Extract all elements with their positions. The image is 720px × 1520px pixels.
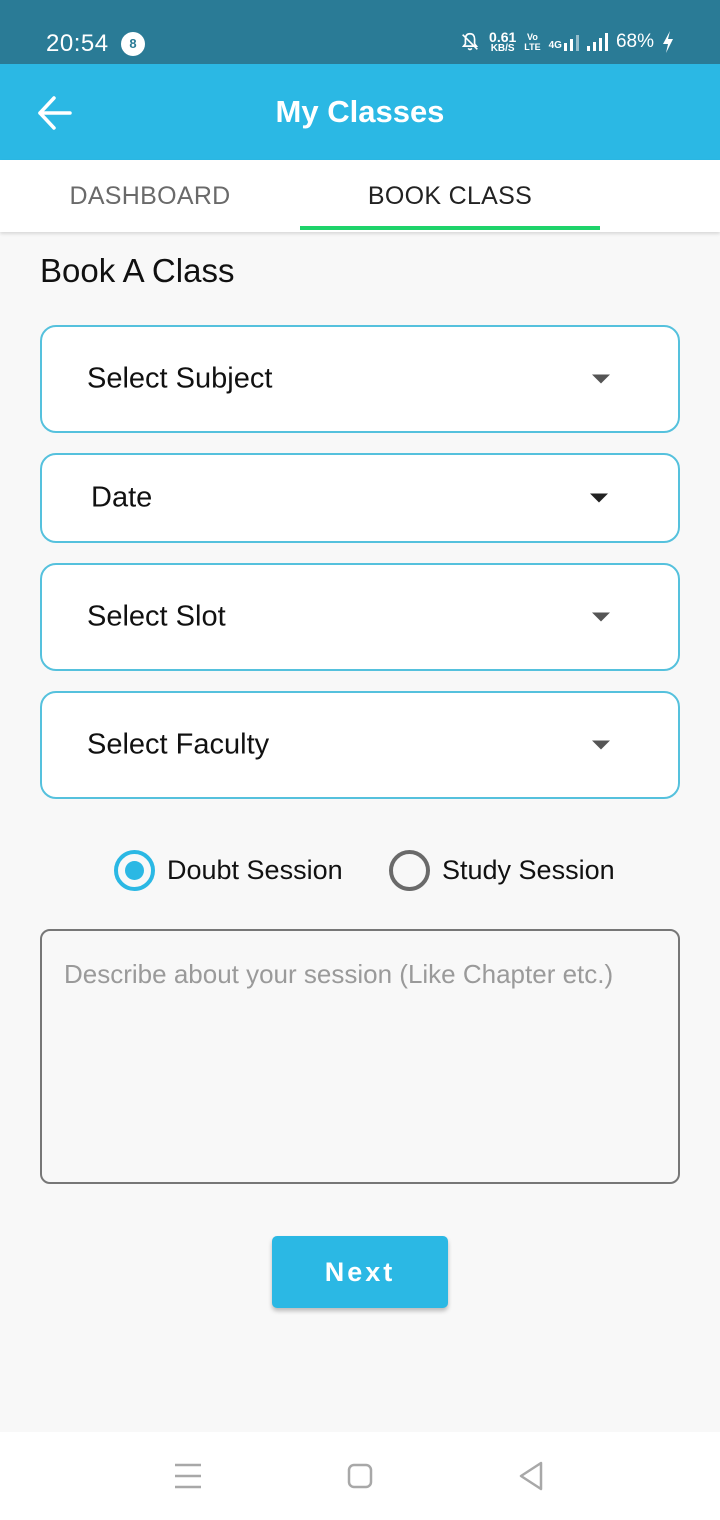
page-title: My Classes xyxy=(275,94,445,129)
date-dropdown[interactable]: Date xyxy=(40,453,680,543)
date-dropdown-label: Date xyxy=(91,481,153,514)
signal-bars-secondary-icon xyxy=(563,33,579,51)
back-arrow-icon[interactable] xyxy=(34,92,76,134)
network-speed: 0.61 KB/S xyxy=(489,30,516,54)
subject-dropdown-label: Select Subject xyxy=(87,362,273,395)
volte-top-label: Vo xyxy=(527,32,538,42)
charging-bolt-icon xyxy=(663,31,673,53)
caret-down-icon xyxy=(592,612,610,622)
tab-book-class[interactable]: BOOK CLASS xyxy=(300,160,600,232)
system-nav-bar xyxy=(0,1432,720,1520)
slot-dropdown[interactable]: Select Slot xyxy=(40,563,680,671)
status-bar: 20:54 8 0.61 KB/S Vo LTE 4G 68% xyxy=(0,0,720,64)
network-speed-unit: KB/S xyxy=(490,43,515,54)
network-speed-value: 0.61 xyxy=(489,29,517,45)
section-title: Book A Class xyxy=(40,252,235,289)
caret-down-icon xyxy=(590,493,608,503)
radio-checked-icon[interactable] xyxy=(114,849,155,891)
caret-down-icon xyxy=(592,374,610,384)
radio-unchecked-icon[interactable] xyxy=(389,849,430,891)
back-icon[interactable] xyxy=(509,1454,553,1498)
home-icon[interactable] xyxy=(338,1454,382,1498)
volte-indicator: Vo LTE xyxy=(524,32,540,52)
volte-bottom-label: LTE xyxy=(524,42,541,52)
network-type-label: 4G xyxy=(548,40,562,51)
tab-bar: DASHBOARD BOOK CLASS xyxy=(0,160,720,232)
menu-icon[interactable] xyxy=(166,1454,210,1498)
doubt-session-label: Doubt Session xyxy=(167,854,343,885)
next-button[interactable]: Next xyxy=(272,1236,448,1308)
battery-percent: 68% xyxy=(615,31,654,52)
caret-down-icon xyxy=(592,740,610,750)
study-session-radio[interactable]: Study Session xyxy=(389,848,615,892)
slot-dropdown-label: Select Slot xyxy=(87,600,226,633)
status-time: 20:54 xyxy=(46,30,109,57)
study-session-label: Study Session xyxy=(442,854,615,885)
app-bar: My Classes xyxy=(0,64,720,160)
signal-bars-icon xyxy=(586,33,608,51)
tab-selected-indicator xyxy=(300,226,600,230)
faculty-dropdown-label: Select Faculty xyxy=(87,728,270,761)
tab-dashboard[interactable]: DASHBOARD xyxy=(0,160,300,232)
notification-count-badge: 8 xyxy=(121,32,145,56)
network-4g-indicator: 4G xyxy=(549,33,579,51)
subject-dropdown[interactable]: Select Subject xyxy=(40,325,680,433)
bell-off-icon xyxy=(461,32,479,51)
status-indicators: 0.61 KB/S Vo LTE 4G 68% xyxy=(459,28,674,56)
session-description-field[interactable] xyxy=(40,929,680,1184)
faculty-dropdown[interactable]: Select Faculty xyxy=(40,691,680,799)
doubt-session-radio[interactable]: Doubt Session xyxy=(114,848,343,892)
